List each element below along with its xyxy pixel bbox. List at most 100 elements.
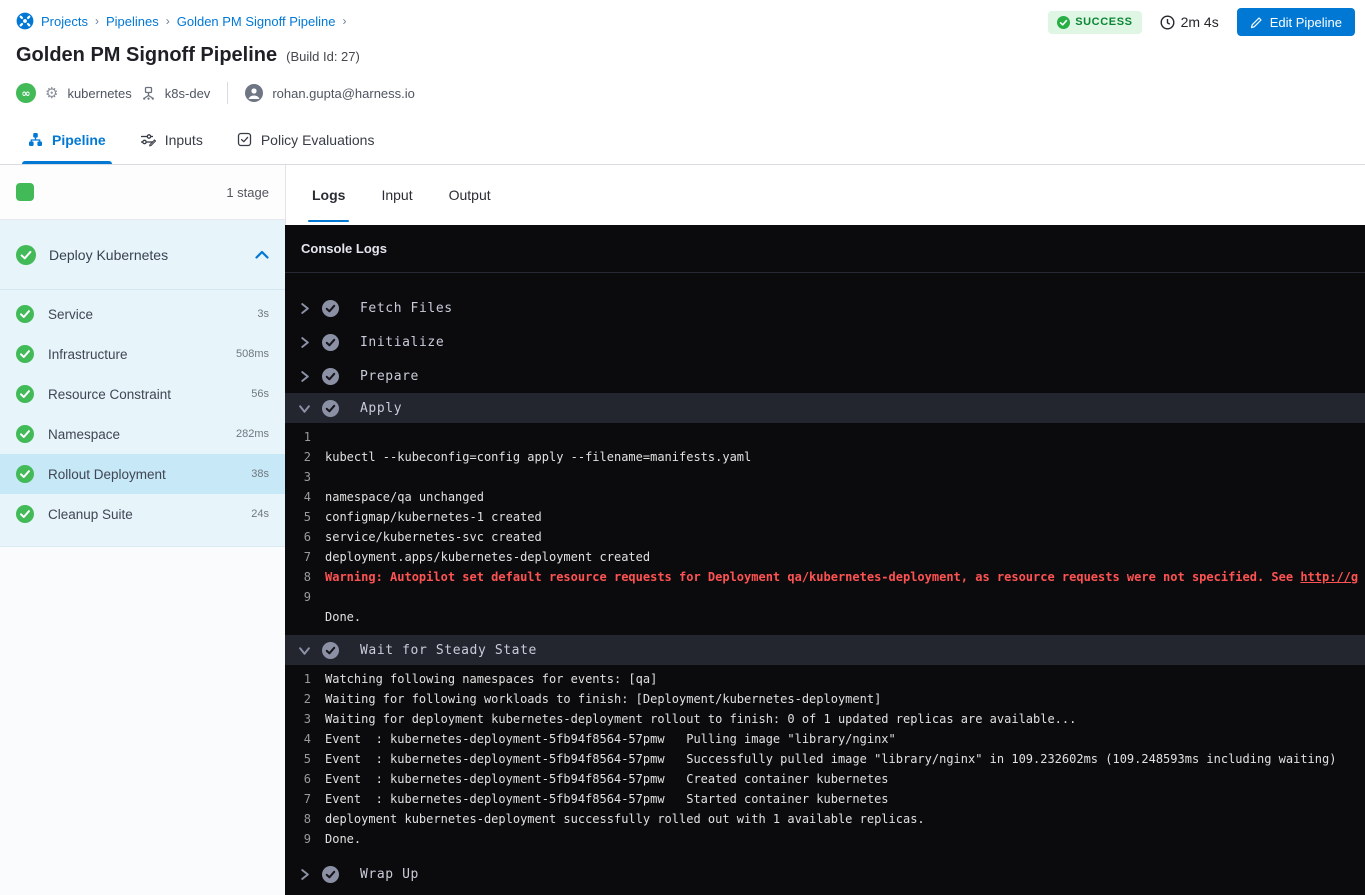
- line-number: 4: [285, 732, 311, 746]
- line-number: 8: [285, 812, 311, 826]
- log-section-apply[interactable]: Apply: [285, 393, 1365, 423]
- line-number: 5: [285, 510, 311, 524]
- tab-policy-evaluations[interactable]: Policy Evaluations: [225, 115, 387, 164]
- line-text: deployment.apps/kubernetes-deployment cr…: [325, 550, 650, 564]
- log-panel: Logs Input Output Console Logs Fetch Fil…: [285, 165, 1365, 895]
- breadcrumb-projects[interactable]: Projects: [41, 14, 88, 29]
- chevron-right-icon[interactable]: [299, 869, 310, 880]
- warning-link[interactable]: http://g: [1300, 570, 1358, 584]
- log-section-title: Prepare: [360, 369, 419, 384]
- status-badge: SUCCESS: [1048, 11, 1141, 34]
- svg-text:∞: ∞: [21, 87, 30, 100]
- status-check-icon: [1057, 16, 1070, 29]
- log-line: 5Event : kubernetes-deployment-5fb94f856…: [285, 749, 1365, 769]
- tab-inputs[interactable]: Inputs: [128, 115, 215, 164]
- console-body: Fetch FilesInitializePrepareApply12kubec…: [285, 273, 1365, 891]
- user-icon: [245, 84, 263, 102]
- chevron-up-icon[interactable]: [255, 250, 269, 259]
- line-text: namespace/qa unchanged: [325, 490, 484, 504]
- line-number: 2: [285, 692, 311, 706]
- tab-output[interactable]: Output: [449, 165, 491, 225]
- log-line: 4Event : kubernetes-deployment-5fb94f856…: [285, 729, 1365, 749]
- chevron-down-icon[interactable]: [299, 403, 310, 414]
- environment-name: k8s-dev: [165, 86, 211, 101]
- stage-header-deploy-kubernetes[interactable]: Deploy Kubernetes: [0, 220, 285, 290]
- step-resource-constraint[interactable]: Resource Constraint56s: [0, 374, 285, 414]
- breadcrumb-pipelines[interactable]: Pipelines: [106, 14, 159, 29]
- step-infrastructure[interactable]: Infrastructure508ms: [0, 334, 285, 374]
- breadcrumb-separator: ›: [95, 14, 99, 28]
- log-section-title: Initialize: [360, 335, 444, 350]
- stage-count: 1 stage: [226, 185, 269, 200]
- chevron-right-icon[interactable]: [299, 371, 310, 382]
- log-line: 6service/kubernetes-svc created: [285, 527, 1365, 547]
- inputs-icon: [140, 132, 156, 147]
- section-success-icon: [322, 300, 339, 317]
- stage-status-square[interactable]: [16, 183, 34, 201]
- chevron-right-icon[interactable]: [299, 337, 310, 348]
- breadcrumb-separator: ›: [342, 14, 346, 28]
- log-line: 1 Watching following namespaces for event…: [285, 669, 1365, 689]
- line-text: kubectl --kubeconfig=config apply --file…: [325, 450, 751, 464]
- breadcrumb-pipeline-name[interactable]: Golden PM Signoff Pipeline: [177, 14, 336, 29]
- line-number: 7: [285, 792, 311, 806]
- step-namespace[interactable]: Namespace282ms: [0, 414, 285, 454]
- line-text: Event : kubernetes-deployment-5fb94f8564…: [325, 752, 1336, 766]
- step-name: Service: [48, 307, 243, 322]
- log-line: 1: [285, 427, 1365, 447]
- step-cleanup-suite[interactable]: Cleanup Suite24s: [0, 494, 285, 534]
- service-name: kubernetes: [67, 86, 131, 101]
- log-section-initialize[interactable]: Initialize: [285, 325, 1365, 359]
- breadcrumb-separator: ›: [166, 14, 170, 28]
- log-line: 8deployment kubernetes-deployment succes…: [285, 809, 1365, 829]
- line-text: Waiting for following workloads to finis…: [325, 692, 881, 706]
- log-section-title: Apply: [360, 401, 402, 416]
- build-id: (Build Id: 27): [286, 49, 360, 64]
- log-section-fetch-files[interactable]: Fetch Files: [285, 291, 1365, 325]
- log-tab-bar: Logs Input Output: [285, 165, 1365, 225]
- line-number: 8: [285, 570, 311, 584]
- chevron-right-icon[interactable]: [299, 303, 310, 314]
- log-line: 4 namespace/qa unchanged: [285, 487, 1365, 507]
- line-number: 1: [285, 672, 311, 686]
- tab-input[interactable]: Input: [381, 165, 412, 225]
- duration: 2m 4s: [1160, 14, 1219, 30]
- edit-pipeline-button[interactable]: Edit Pipeline: [1237, 8, 1355, 36]
- page-header: Projects › Pipelines › Golden PM Signoff…: [0, 0, 1365, 115]
- tab-pipeline[interactable]: Pipeline: [16, 115, 118, 164]
- pencil-icon: [1250, 16, 1263, 29]
- step-duration: 38s: [251, 468, 269, 480]
- line-number: 6: [285, 530, 311, 544]
- stage-success-icon: [16, 245, 36, 265]
- line-number: 4: [285, 490, 311, 504]
- log-section-title: Wait for Steady State: [360, 643, 537, 658]
- service-icon: ⚙: [45, 86, 58, 101]
- log-section-prepare[interactable]: Prepare: [285, 359, 1365, 393]
- step-success-icon: [16, 425, 34, 443]
- log-line: 5 configmap/kubernetes-1 created: [285, 507, 1365, 527]
- log-section-wait-for-steady-state[interactable]: Wait for Steady State: [285, 635, 1365, 665]
- step-service[interactable]: Service3s: [0, 294, 285, 334]
- step-duration: 24s: [251, 508, 269, 520]
- section-success-icon: [322, 866, 339, 883]
- clock-icon: [1160, 15, 1175, 30]
- harness-logo-icon[interactable]: [16, 12, 34, 30]
- section-success-icon: [322, 334, 339, 351]
- pipeline-icon: [28, 132, 43, 147]
- stage-sidebar: 1 stage Deploy Kubernetes Service3sInfra…: [0, 165, 285, 895]
- log-line: 3: [285, 467, 1365, 487]
- log-section-title: Fetch Files: [360, 301, 453, 316]
- step-success-icon: [16, 385, 34, 403]
- chevron-down-icon[interactable]: [299, 645, 310, 656]
- log-line: 8Warning: Autopilot set default resource…: [285, 567, 1365, 587]
- log-line: 2kubectl --kubeconfig=config apply --fil…: [285, 447, 1365, 467]
- line-text: Watching following namespaces for events…: [325, 672, 657, 686]
- stage-panel: Deploy Kubernetes Service3sInfrastructur…: [0, 220, 285, 547]
- line-text: configmap/kubernetes-1 created: [325, 510, 542, 524]
- log-line: 9: [285, 587, 1365, 607]
- step-rollout-deployment[interactable]: Rollout Deployment38s: [0, 454, 285, 494]
- line-number: 6: [285, 772, 311, 786]
- line-text: Done.: [325, 832, 361, 846]
- tab-logs[interactable]: Logs: [312, 165, 345, 225]
- log-section-wrap-up[interactable]: Wrap Up: [285, 857, 1365, 891]
